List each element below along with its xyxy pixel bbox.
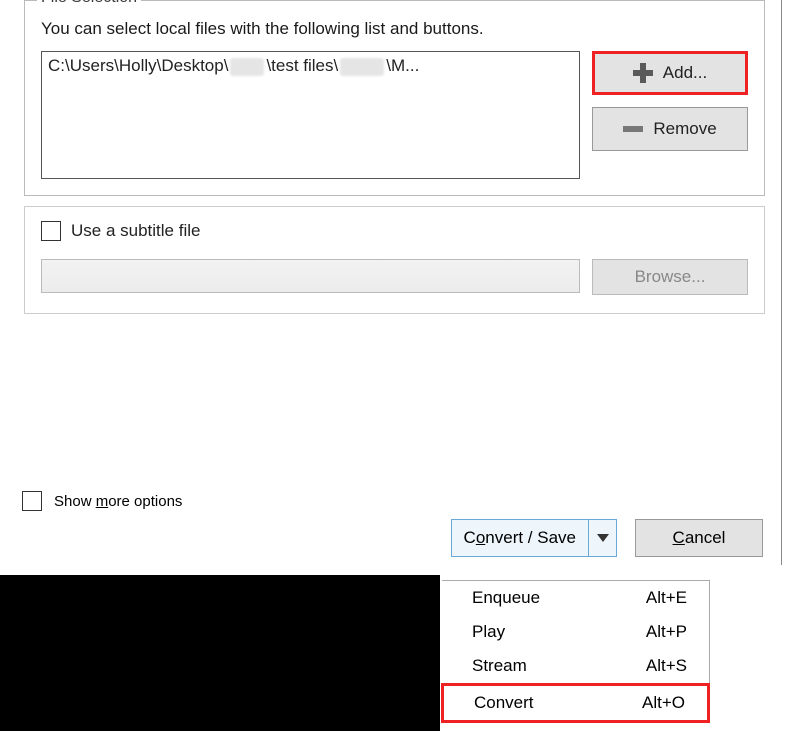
file-selection-legend: File Selection <box>37 0 141 7</box>
remove-button[interactable]: Remove <box>592 107 748 151</box>
subtitle-path-input[interactable] <box>41 259 580 293</box>
menu-shortcut: Alt+P <box>646 622 687 642</box>
menu-label: Convert <box>474 693 534 713</box>
menu-shortcut: Alt+O <box>642 693 685 713</box>
browse-label: Browse... <box>635 267 706 287</box>
redacted-text <box>230 58 264 76</box>
add-button[interactable]: Add... <box>592 51 748 95</box>
convert-save-button[interactable]: Convert / Save <box>451 519 617 557</box>
show-more-checkbox[interactable] <box>22 491 42 511</box>
subtitle-checkbox[interactable] <box>41 221 61 241</box>
chevron-down-icon <box>597 534 609 542</box>
browse-button[interactable]: Browse... <box>592 259 748 295</box>
dialog-buttons: Convert / Save Cancel <box>451 519 763 557</box>
open-media-dialog: File Selection You can select local file… <box>0 0 782 565</box>
subtitle-label: Use a subtitle file <box>71 221 200 241</box>
convert-save-label: Convert / Save <box>452 520 588 556</box>
show-more-label: Show more options <box>54 493 182 510</box>
remove-label: Remove <box>653 119 716 139</box>
convert-save-dropdown-toggle[interactable] <box>588 520 616 556</box>
menu-label: Enqueue <box>472 588 540 608</box>
subtitle-group: Use a subtitle file Browse... <box>24 206 765 314</box>
file-buttons: Add... Remove <box>592 51 748 179</box>
menu-shortcut: Alt+S <box>646 656 687 676</box>
file-path-part-b: \test files\ <box>266 56 338 75</box>
minus-icon <box>623 126 643 132</box>
menu-item-enqueue[interactable]: Enqueue Alt+E <box>442 581 709 615</box>
menu-label: Play <box>472 622 505 642</box>
background-region <box>0 575 440 731</box>
add-label: Add... <box>663 63 707 83</box>
cancel-label: Cancel <box>673 528 726 548</box>
convert-save-menu: Enqueue Alt+E Play Alt+P Stream Alt+S Co… <box>442 580 710 723</box>
menu-item-stream[interactable]: Stream Alt+S <box>442 649 709 683</box>
file-path-part-a: C:\Users\Holly\Desktop\ <box>48 56 228 75</box>
menu-label: Stream <box>472 656 527 676</box>
file-path-part-c: \M... <box>386 56 419 75</box>
redacted-text <box>340 58 384 76</box>
file-list[interactable]: C:\Users\Holly\Desktop\ \test files\ \M... <box>41 51 580 179</box>
show-more-options[interactable]: Show more options <box>22 491 182 511</box>
menu-item-play[interactable]: Play Alt+P <box>442 615 709 649</box>
plus-icon <box>633 63 653 83</box>
cancel-button[interactable]: Cancel <box>635 519 763 557</box>
menu-shortcut: Alt+E <box>646 588 687 608</box>
file-selection-group: File Selection You can select local file… <box>24 0 765 196</box>
menu-item-convert[interactable]: Convert Alt+O <box>441 683 710 723</box>
file-selection-help: You can select local files with the foll… <box>41 19 748 39</box>
